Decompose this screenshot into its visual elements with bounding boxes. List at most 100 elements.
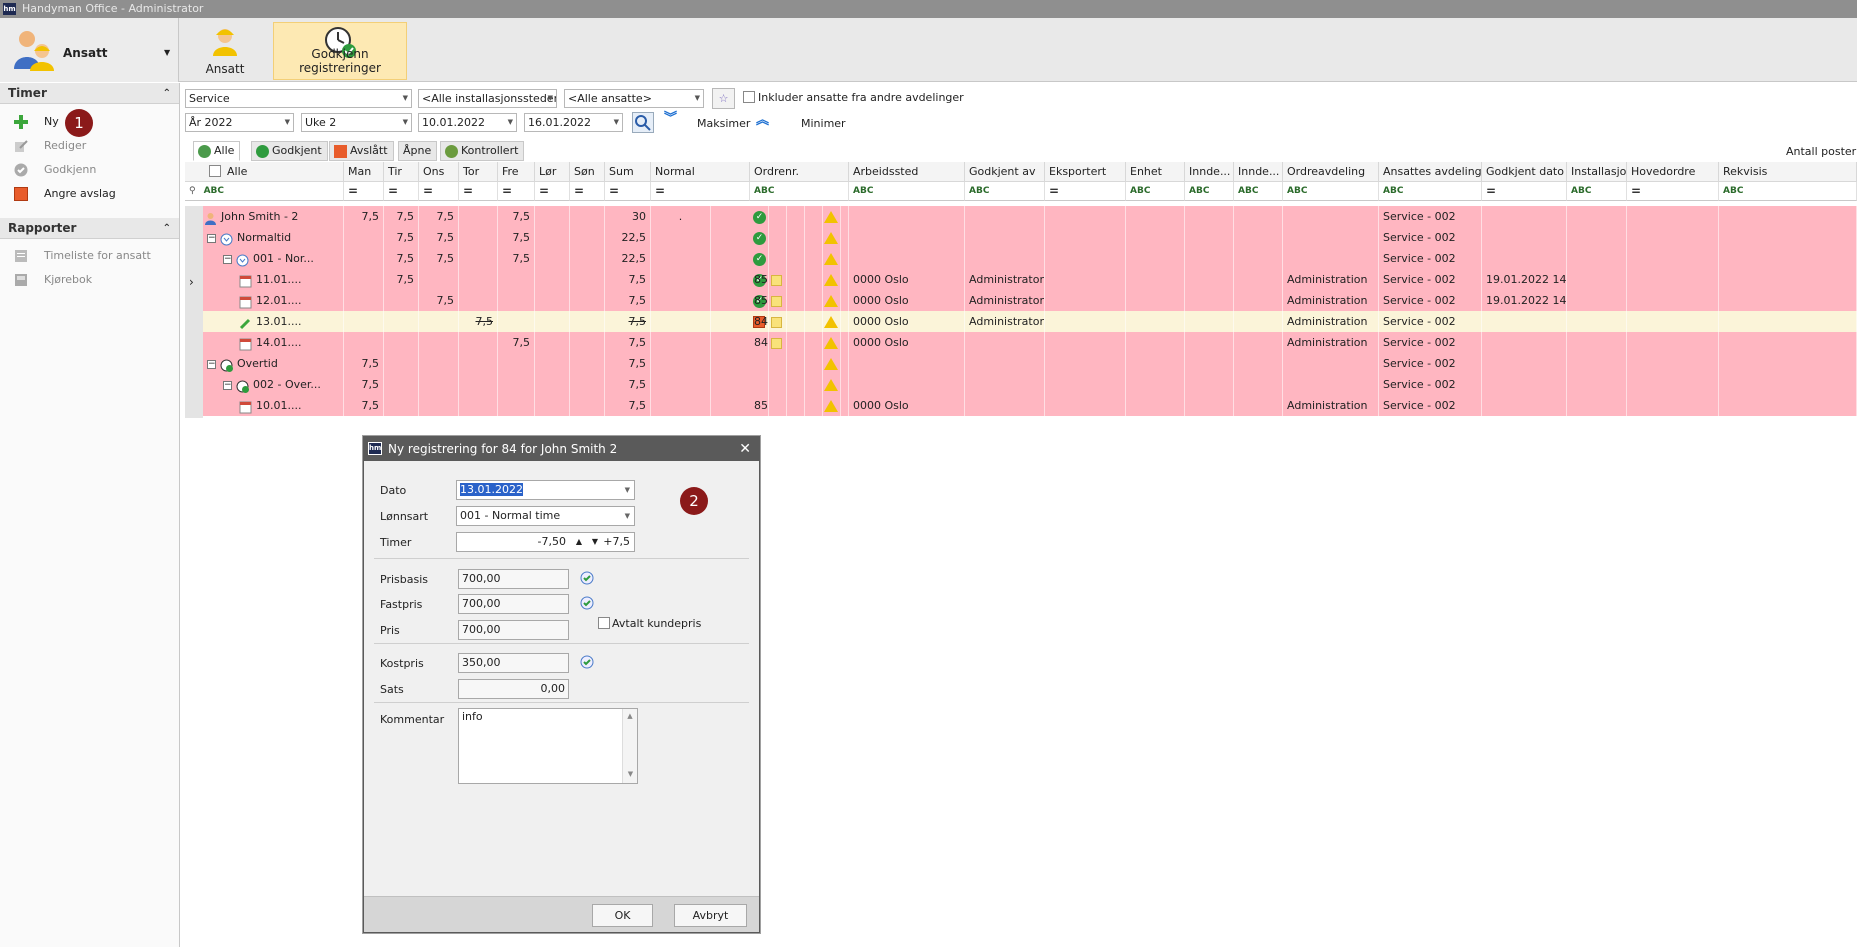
ribbon-godkjenn-button[interactable]: Godkjenn registreringer [273,22,407,80]
column-filter[interactable]: ABC [750,182,849,201]
table-row[interactable]: − Overtid 7,5 7,5 Service - 002 [185,353,1857,374]
employee-select[interactable]: <Alle ansatte> ▼ [564,89,704,108]
column-header[interactable]: Eksportert [1045,162,1126,182]
tab-avslatt[interactable]: Avslått [329,141,394,161]
column-filter[interactable]: = [1482,182,1567,201]
column-filter[interactable]: = [344,182,384,201]
prisbasis-field[interactable]: 700,00 [458,569,569,589]
sidebar-item-angre-avslag[interactable]: Angre avslag [14,185,116,203]
installation-select[interactable]: <Alle installasjonssteder> ▼ [418,89,557,108]
column-header[interactable]: Sum [605,162,651,182]
table-row[interactable]: − 002 - Over... 7,5 7,5 Service - 002 [185,374,1857,395]
column-header[interactable]: Søn [570,162,605,182]
column-filter[interactable]: = [570,182,605,201]
sidebar-item-ny[interactable]: Ny [14,113,59,131]
timer-spinner[interactable]: -7,50 ▲ ▼ +7,5 [456,532,635,552]
module-selector[interactable]: Ansatt ▼ [0,18,179,82]
price-calculator-icon[interactable] [579,595,595,611]
column-filter[interactable]: ABC [1567,182,1627,201]
tab-alle[interactable]: Alle [193,141,241,161]
sidebar-item-timeliste[interactable]: Timeliste for ansatt [14,247,151,265]
column-header[interactable]: Innde... [1234,162,1283,182]
minimize-icon[interactable]: ︽ [756,114,772,132]
rapporter-section-header[interactable]: Rapporter ⌃ [0,218,179,239]
kostpris-field[interactable]: 350,00 [458,653,569,673]
column-header[interactable]: Fre [498,162,535,182]
date-to-picker[interactable]: 16.01.2022 ▼ [524,113,623,132]
search-button[interactable] [632,112,654,133]
column-filter[interactable]: = [605,182,651,201]
close-icon[interactable]: ✕ [739,437,751,461]
collapse-toggle-icon[interactable]: − [223,254,232,264]
scroll-down-icon[interactable]: ▼ [623,767,637,781]
include-other-checkbox[interactable] [743,91,755,103]
kommentar-textarea[interactable]: info ▲ ▼ [458,708,638,784]
sidebar-item-rediger[interactable]: Rediger [14,137,86,155]
column-filter[interactable]: = [498,182,535,201]
table-row[interactable]: − Normaltid 7,5 7,5 7,5 22,5 ✓ Service - 002 [185,227,1857,248]
column-filter[interactable]: = [459,182,498,201]
fastpris-field[interactable]: 700,00 [458,594,569,614]
sats-field[interactable]: 0,00 [458,679,569,699]
table-row[interactable]: −001 - Nor... 7,5 7,5 7,5 22,5 ✓ Service - 002 [185,248,1857,269]
column-filter[interactable]: ABC [1719,182,1857,201]
timer-section-header[interactable]: Timer ⌃ [0,83,179,104]
column-header[interactable]: Ordreavdeling [1283,162,1379,182]
column-filter[interactable]: ABC [1283,182,1379,201]
column-header[interactable]: Arbeidssted [849,162,965,182]
sidebar-item-kjorebok[interactable]: Kjørebok [14,271,92,289]
column-filter[interactable]: = [384,182,419,201]
column-filter[interactable]: = [651,182,750,201]
table-row[interactable]: 10.01.... 7,5 7,5 85 0000 Oslo Administration… [185,395,1857,416]
column-header[interactable]: Hovedordre [1627,162,1719,182]
favorite-star-button[interactable]: ☆ [712,88,735,109]
week-select[interactable]: Uke 2 ▼ [301,113,412,132]
column-header[interactable]: Godkjent dato [1482,162,1567,182]
price-calculator-icon[interactable] [579,570,595,586]
column-filter[interactable]: ABC [965,182,1045,201]
column-header[interactable]: Man [344,162,384,182]
collapse-toggle-icon[interactable]: − [207,359,216,369]
year-select[interactable]: År 2022 ▼ [185,113,294,132]
table-row[interactable]: 13.01.... 7,5 7,5 84 0000 Oslo Administrator A… [185,311,1857,332]
column-header[interactable]: Tor [459,162,498,182]
column-header[interactable]: Rekvisis [1719,162,1857,182]
column-header[interactable]: Installasjo... [1567,162,1627,182]
department-select[interactable]: Service ▼ [185,89,412,108]
column-header[interactable]: Tir [384,162,419,182]
column-filter[interactable]: = [419,182,459,201]
lonnsart-select[interactable]: 001 - Normal time ▼ [456,506,635,526]
sidebar-item-godkjenn[interactable]: Godkjenn [14,161,96,179]
spin-up-icon[interactable]: ▲ [576,533,582,551]
column-header[interactable]: Ordrenr. [750,162,849,182]
column-filter[interactable]: ABC [849,182,965,201]
column-filter[interactable]: ABC [1126,182,1185,201]
column-header[interactable]: Godkjent av [965,162,1045,182]
ok-button[interactable]: OK [592,904,653,927]
filter-row-name[interactable]: ⚲ ABC [185,182,344,201]
table-row[interactable]: 11.01.... 7,5 7,5 ✓ 85 0000 Oslo Administrator… [185,269,1857,290]
maximize-button[interactable]: Maksimer [697,117,750,130]
chevron-up-icon[interactable]: ⌃ [163,83,171,104]
tab-kontrollert[interactable]: Kontrollert [440,141,525,161]
collapse-toggle-icon[interactable]: − [207,233,216,243]
column-filter[interactable]: = [535,182,570,201]
collapse-toggle-icon[interactable]: − [223,380,232,390]
table-row[interactable]: 14.01.... 7,5 7,5 84 0000 Oslo Administration… [185,332,1857,353]
scrollbar[interactable]: ▲ ▼ [622,709,637,783]
tab-apne[interactable]: Åpne [398,141,438,161]
column-header[interactable]: Ons [419,162,459,182]
column-header[interactable]: Lør [535,162,570,182]
ribbon-ansatt-button[interactable]: Ansatt [200,22,250,80]
column-filter[interactable]: ABC [1379,182,1482,201]
price-calculator-icon[interactable] [579,654,595,670]
maximize-icon[interactable]: ︾ [664,112,680,130]
dato-picker[interactable]: 13.01.2022 ▼ [456,480,635,500]
table-row[interactable]: −John Smith - 27,57,57,57,530.✓Service -… [185,206,1857,227]
column-filter[interactable]: = [1627,182,1719,201]
scroll-up-icon[interactable]: ▲ [623,709,637,723]
table-row[interactable]: 12.01.... 7,5 7,5 ✓ 85 0000 Oslo Administrator… [185,290,1857,311]
column-header[interactable]: Ansattes avdeling [1379,162,1482,182]
pris-field[interactable]: 700,00 [458,620,569,640]
minimize-button[interactable]: Minimer [801,117,846,130]
